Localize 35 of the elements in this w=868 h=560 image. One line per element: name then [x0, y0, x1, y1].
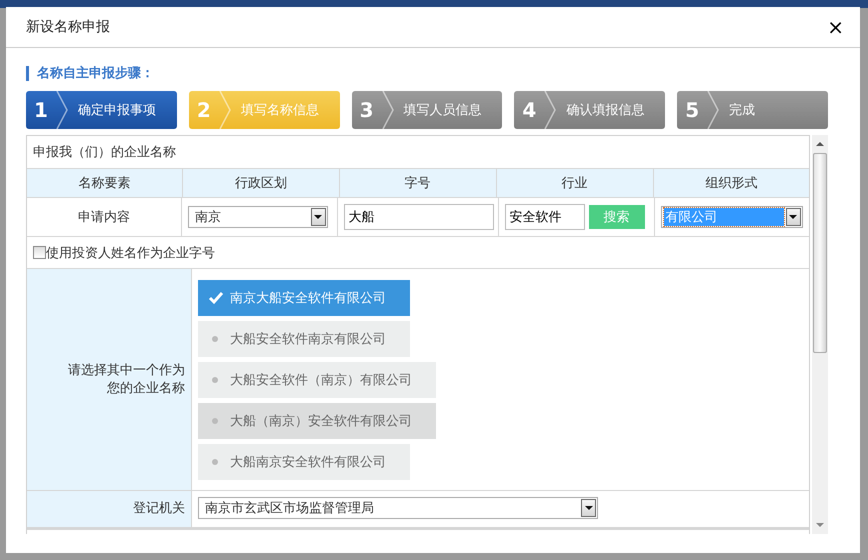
bullet-icon [212, 377, 218, 383]
choose-label: 请选择其中一个作为您的企业名称 [67, 362, 185, 398]
chevron-icon [382, 91, 394, 129]
region-select[interactable]: 南京 [188, 206, 328, 228]
bullet-icon [212, 336, 218, 342]
column-header: 字号 [340, 169, 497, 197]
bullet-icon [212, 418, 218, 424]
check-icon [208, 291, 224, 305]
column-header: 组织形式 [654, 169, 810, 197]
close-button[interactable]: × [823, 15, 848, 39]
authority-label: 登记机关 [133, 500, 185, 518]
trade-name-field[interactable]: 大船 [344, 204, 494, 230]
dialog-title: 新设名称申报 [26, 18, 110, 36]
checkbox[interactable] [33, 246, 46, 259]
column-header: 名称要素 [27, 169, 183, 197]
name-option[interactable]: 大船南京安全软件有限公司 [198, 444, 410, 480]
chevron-icon [544, 91, 556, 129]
name-option[interactable]: 大船安全软件（南京）有限公司 [198, 362, 436, 398]
row-label: 申请内容 [78, 209, 130, 226]
section-title: 申报我（们）的企业名称 [33, 144, 176, 161]
name-option[interactable]: 大船安全软件南京有限公司 [198, 321, 410, 357]
column-header: 行政区划 [182, 169, 340, 197]
chevron-icon [56, 91, 68, 129]
column-header: 行业 [496, 169, 654, 197]
authority-select[interactable]: 南京市玄武区市场监督管理局 [198, 497, 598, 519]
checkbox-label: 使用投资人姓名作为企业字号 [46, 244, 215, 262]
industry-field[interactable]: 安全软件 [504, 204, 585, 230]
steps-title: 名称自主申报步骤： [26, 66, 828, 81]
bullet-icon [212, 459, 218, 465]
org-form-select[interactable]: 有限公司 [660, 206, 803, 228]
chevron-icon [707, 91, 720, 129]
name-option[interactable]: 大船（南京）安全软件有限公司 [198, 403, 436, 439]
name-option[interactable]: 南京大船安全软件有限公司 [198, 280, 410, 316]
chevron-icon [218, 91, 231, 129]
scrollbar[interactable] [812, 135, 828, 534]
